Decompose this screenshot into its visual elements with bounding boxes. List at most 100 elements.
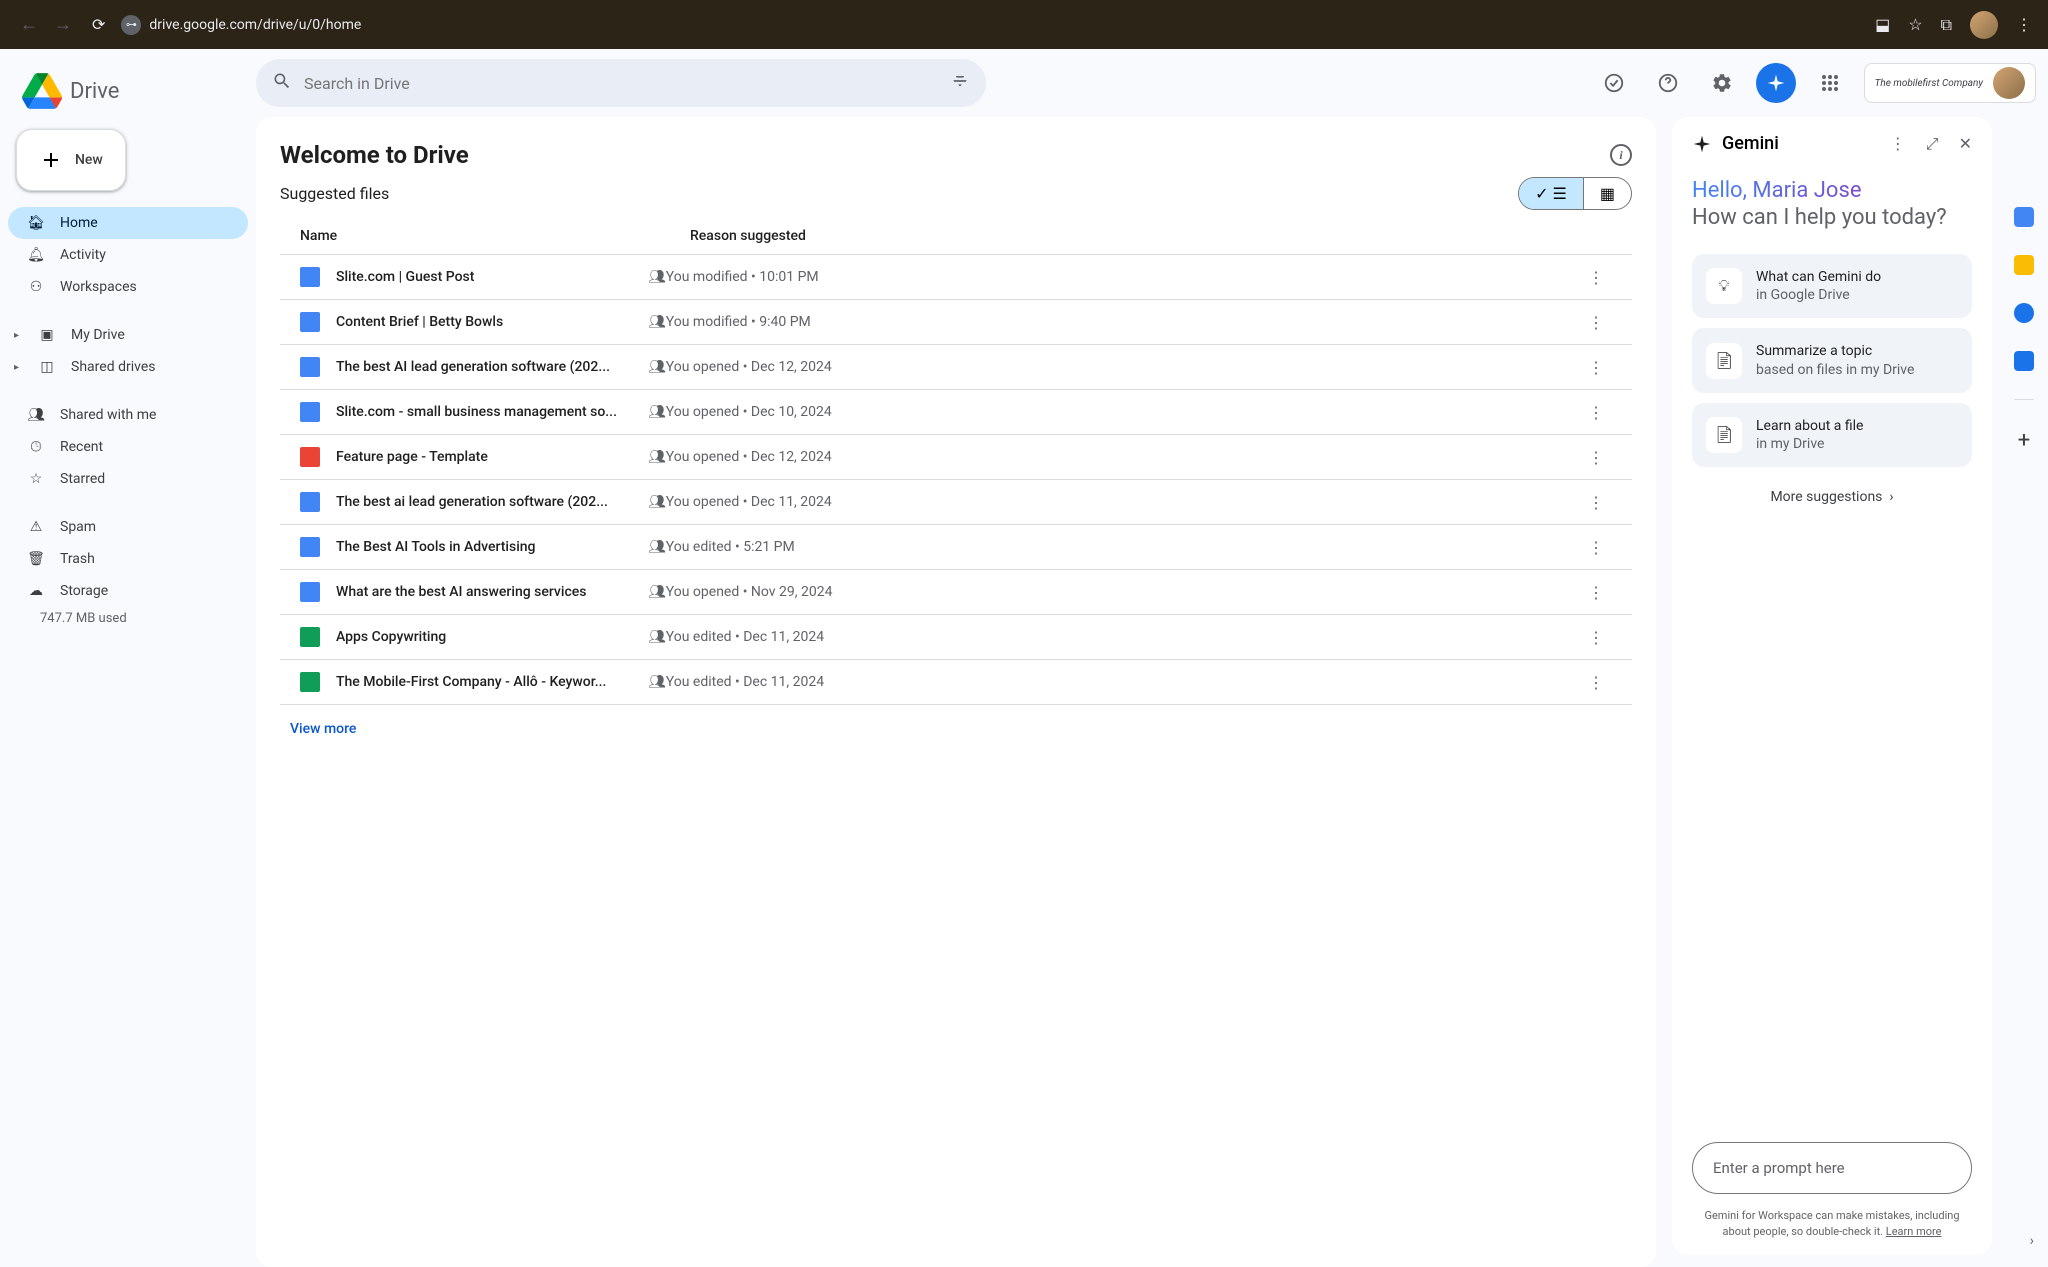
gemini-suggestion[interactable]: 💡︎ What can Gemini doin Google Drive [1692, 254, 1972, 318]
url-bar[interactable]: ⊶ drive.google.com/drive/u/0/home [121, 15, 361, 35]
sidebar-item-mydrive[interactable]: ▣My Drive [8, 319, 248, 351]
file-row[interactable]: Feature page - Template 👥︎ You opened • … [280, 435, 1632, 480]
gemini-expand-icon[interactable]: ⤢ [1926, 134, 1939, 154]
forward-icon[interactable]: → [50, 10, 76, 39]
file-row[interactable]: The best ai lead generation software (20… [280, 480, 1632, 525]
gemini-panel: Gemini ⋮ ⤢ ✕ Hello, Maria Jose How can I… [1672, 117, 1992, 1255]
contacts-icon[interactable] [2014, 351, 2034, 371]
gemini-close-icon[interactable]: ✕ [1959, 134, 1972, 154]
grid-view-button[interactable]: ▦ [1583, 178, 1631, 209]
trash-icon: 🗑︎ [26, 551, 46, 567]
file-name: The best ai lead generation software (20… [336, 494, 636, 510]
file-row[interactable]: The Best AI Tools in Advertising 👥︎ You … [280, 525, 1632, 570]
sidebar-item-storage[interactable]: ☁︎Storage [8, 575, 248, 607]
prompt-input[interactable]: Enter a prompt here [1692, 1142, 1972, 1194]
offline-icon[interactable] [1594, 63, 1634, 103]
file-name: The best AI lead generation software (20… [336, 359, 636, 375]
file-row[interactable]: Slite.com - small business management so… [280, 390, 1632, 435]
keep-icon[interactable] [2014, 255, 2034, 275]
sidebar-item-activity[interactable]: 🔔︎Activity [8, 239, 248, 271]
file-row[interactable]: Slite.com | Guest Post 👥︎ You modified •… [280, 255, 1632, 300]
file-type-icon [300, 582, 320, 602]
browser-profile-avatar[interactable] [1970, 11, 1998, 39]
file-more-icon[interactable]: ⋮ [1580, 538, 1612, 557]
site-info-icon[interactable]: ⊶ [121, 15, 141, 35]
sidebar-item-shareddrives[interactable]: ◫Shared drives [8, 351, 248, 383]
sidebar-item-trash[interactable]: 🗑︎Trash [8, 543, 248, 575]
file-row[interactable]: Apps Copywriting 👥︎ You edited • Dec 11,… [280, 615, 1632, 660]
sidebar-item-spam[interactable]: ⚠︎Spam [8, 511, 248, 543]
gemini-button[interactable] [1756, 63, 1796, 103]
file-name: Content Brief | Betty Bowls [336, 314, 636, 330]
shared-icon: 👥︎ [648, 359, 666, 375]
sidebar-item-workspaces[interactable]: ⚇Workspaces [8, 271, 248, 303]
file-more-icon[interactable]: ⋮ [1580, 583, 1612, 602]
spam-icon: ⚠︎ [26, 519, 46, 535]
gemini-spark-icon [1692, 134, 1712, 154]
file-more-icon[interactable]: ⋮ [1580, 493, 1612, 512]
drive-text: Drive [70, 79, 119, 104]
browser-menu-icon[interactable]: ⋮ [2016, 15, 2032, 34]
learn-more-link[interactable]: Learn more [1886, 1225, 1942, 1238]
file-name: Feature page - Template [336, 449, 636, 465]
file-type-icon [300, 267, 320, 287]
more-suggestions[interactable]: More suggestions › [1692, 477, 1972, 517]
gemini-suggestion[interactable]: 📄︎ Summarize a topicbased on files in my… [1692, 328, 1972, 392]
shared-icon: 👥︎ [648, 314, 666, 330]
sidebar: Drive New 🏠︎Home 🔔︎Activity ⚇Workspaces … [0, 49, 256, 1267]
search-input[interactable] [304, 74, 938, 93]
tasks-icon[interactable] [2014, 303, 2034, 323]
view-toggle: ✓ ☰ ▦ [1518, 177, 1632, 210]
cloud-icon: ☁︎ [26, 583, 46, 599]
company-chip[interactable]: The mobilefirst Company [1864, 63, 2036, 103]
col-name[interactable]: Name [300, 228, 690, 244]
hide-panel-icon[interactable]: › [2030, 1233, 2034, 1249]
file-type-icon [300, 402, 320, 422]
workspaces-icon: ⚇ [26, 279, 46, 295]
sidebar-item-home[interactable]: 🏠︎Home [8, 207, 248, 239]
new-button[interactable]: New [16, 129, 126, 191]
col-reason[interactable]: Reason suggested [690, 228, 1612, 244]
back-icon[interactable]: ← [16, 10, 42, 39]
list-view-button[interactable]: ✓ ☰ [1519, 178, 1583, 209]
sidebar-item-starred[interactable]: ☆Starred [8, 463, 248, 495]
gemini-menu-icon[interactable]: ⋮ [1890, 134, 1906, 154]
shared-icon: 👥︎ [648, 674, 666, 690]
file-more-icon[interactable]: ⋮ [1580, 268, 1612, 287]
file-row[interactable]: What are the best AI answering services … [280, 570, 1632, 615]
sidebar-item-recent[interactable]: 🕒︎Recent [8, 431, 248, 463]
user-avatar[interactable] [1993, 67, 2025, 99]
file-name: Apps Copywriting [336, 629, 636, 645]
file-more-icon[interactable]: ⋮ [1580, 403, 1612, 422]
file-more-icon[interactable]: ⋮ [1580, 448, 1612, 467]
gemini-suggestion[interactable]: 📄︎ Learn about a filein my Drive [1692, 403, 1972, 467]
install-app-icon[interactable]: ⬓ [1875, 15, 1890, 34]
search-options-icon[interactable] [950, 71, 970, 95]
apps-icon[interactable] [1810, 63, 1850, 103]
drive-logo-row[interactable]: Drive [8, 57, 248, 129]
help-icon[interactable] [1648, 63, 1688, 103]
info-icon[interactable]: i [1610, 144, 1632, 166]
file-more-icon[interactable]: ⋮ [1580, 358, 1612, 377]
reload-icon[interactable]: ⟳ [92, 15, 105, 34]
shared-icon: 👥︎ [648, 584, 666, 600]
search-icon [272, 71, 292, 95]
add-addon-icon[interactable]: + [2018, 428, 2030, 453]
file-reason: You opened • Dec 11, 2024 [666, 494, 1580, 510]
view-more-link[interactable]: View more [280, 705, 366, 741]
extensions-icon[interactable]: ⧉ [1941, 15, 1952, 35]
settings-icon[interactable] [1702, 63, 1742, 103]
file-row[interactable]: The Mobile-First Company - Allô - Keywor… [280, 660, 1632, 705]
home-icon: 🏠︎ [26, 215, 46, 231]
file-row[interactable]: Content Brief | Betty Bowls 👥︎ You modif… [280, 300, 1632, 345]
search-box[interactable] [256, 59, 986, 107]
file-more-icon[interactable]: ⋮ [1580, 313, 1612, 332]
file-more-icon[interactable]: ⋮ [1580, 628, 1612, 647]
file-reason: You edited • Dec 11, 2024 [666, 629, 1580, 645]
file-more-icon[interactable]: ⋮ [1580, 673, 1612, 692]
sidebar-item-sharedwithme[interactable]: 👥︎Shared with me [8, 399, 248, 431]
table-header: Name Reason suggested [280, 218, 1632, 255]
bookmark-icon[interactable]: ☆ [1908, 15, 1922, 34]
file-row[interactable]: The best AI lead generation software (20… [280, 345, 1632, 390]
calendar-icon[interactable] [2014, 207, 2034, 227]
